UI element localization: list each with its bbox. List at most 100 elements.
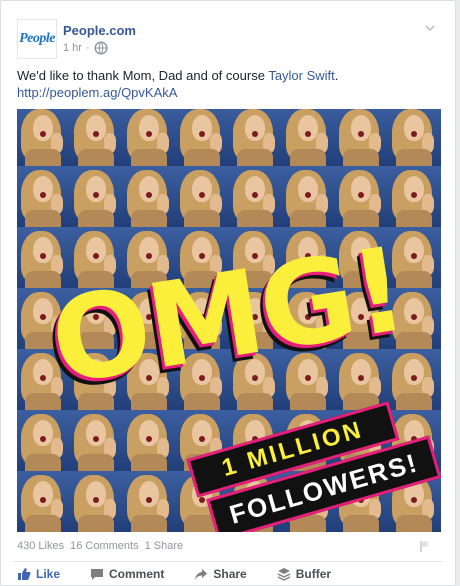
tile-face <box>33 359 53 385</box>
meta-separator: · <box>85 42 90 54</box>
tile-mouth <box>252 192 258 198</box>
tile-body <box>78 210 114 228</box>
post-card: People People.com 1 hr · We'd like to th… <box>0 0 456 586</box>
thumbs-up-icon <box>18 568 31 580</box>
collage-tile <box>17 410 70 472</box>
tile-mouth <box>93 253 99 259</box>
tile-body <box>25 515 61 532</box>
tile-face <box>298 176 318 202</box>
tile-mouth <box>40 253 46 259</box>
tile-body <box>25 149 61 167</box>
comments-count[interactable]: 16 Comments <box>70 540 138 552</box>
collage-tile <box>174 166 229 228</box>
tile-mouth <box>305 131 311 137</box>
collage-tile <box>17 166 70 228</box>
collage-tile <box>121 410 176 472</box>
tile-mouth <box>146 436 152 442</box>
tile-face <box>139 115 159 141</box>
tile-body <box>290 210 326 228</box>
divider <box>13 561 443 562</box>
tile-face <box>33 481 53 507</box>
tile-face <box>245 115 265 141</box>
tile-face <box>351 115 371 141</box>
tile-mouth <box>93 131 99 137</box>
page-avatar[interactable]: People <box>17 19 57 59</box>
collage-tile <box>386 166 441 228</box>
tile-body <box>237 210 273 228</box>
collage-tile <box>333 109 388 167</box>
flag-icon[interactable] <box>419 540 431 552</box>
likes-count[interactable]: 430 Likes <box>17 540 64 552</box>
tile-face <box>404 115 424 141</box>
post-header: People People.com 1 hr · <box>17 19 437 59</box>
shares-count[interactable]: 1 Share <box>145 540 184 552</box>
tile-body <box>25 210 61 228</box>
tile-body <box>25 454 61 472</box>
tile-mouth <box>146 192 152 198</box>
tile-mouth <box>93 497 99 503</box>
tile-mouth <box>40 436 46 442</box>
tile-mouth <box>252 131 258 137</box>
tile-face <box>33 237 53 263</box>
share-button[interactable]: Share <box>194 567 247 581</box>
tile-body <box>131 210 167 228</box>
collage-tile <box>68 109 123 167</box>
comment-button[interactable]: Comment <box>90 567 164 581</box>
tile-face <box>404 237 424 263</box>
tile-mouth <box>40 192 46 198</box>
comment-label: Comment <box>109 567 165 581</box>
tile-face <box>139 176 159 202</box>
collage-tile <box>227 166 282 228</box>
tile-mouth <box>40 375 46 381</box>
collage-tile <box>280 166 335 228</box>
tile-body <box>131 515 167 532</box>
post-image[interactable]: OMG! 1 MILLION FOLLOWERS! <box>17 109 441 532</box>
tile-mouth <box>358 131 364 137</box>
post-text-end: . <box>334 68 339 83</box>
tile-body <box>184 393 220 411</box>
tile-mouth <box>199 436 205 442</box>
tile-body <box>78 515 114 532</box>
action-bar: Like Comment Share Buffer <box>17 567 331 581</box>
tile-body <box>184 210 220 228</box>
tile-body <box>131 149 167 167</box>
buffer-button[interactable]: Buffer <box>277 567 331 581</box>
tile-face <box>404 176 424 202</box>
tile-mouth <box>199 192 205 198</box>
tile-body <box>237 393 273 411</box>
collage-tile <box>17 471 70 532</box>
collage-tile <box>121 109 176 167</box>
collage-tile <box>333 166 388 228</box>
tile-face <box>192 115 212 141</box>
tile-face <box>192 176 212 202</box>
collage-tile <box>68 410 123 472</box>
chevron-down-icon[interactable] <box>423 21 437 35</box>
mention-link[interactable]: Taylor Swift <box>268 68 334 83</box>
tile-body <box>396 515 432 532</box>
tile-mouth <box>146 497 152 503</box>
page-name-link[interactable]: People.com <box>63 23 136 38</box>
tile-mouth <box>305 192 311 198</box>
tile-mouth <box>411 314 417 320</box>
tile-mouth <box>411 497 417 503</box>
tile-body <box>237 149 273 167</box>
tile-body <box>78 454 114 472</box>
tile-face <box>86 420 106 446</box>
collage-tile <box>121 471 176 532</box>
tile-body <box>131 454 167 472</box>
post-url-link[interactable]: http://peoplem.ag/QpvKAkA <box>17 85 177 100</box>
tile-body <box>396 210 432 228</box>
share-arrow-icon <box>195 569 208 580</box>
tile-face <box>139 481 159 507</box>
tile-face <box>298 115 318 141</box>
collage-tile <box>68 166 123 228</box>
tile-face <box>192 420 212 446</box>
tile-body <box>25 393 61 411</box>
collage-tile <box>227 109 282 167</box>
tile-mouth <box>146 131 152 137</box>
share-label: Share <box>213 567 247 581</box>
tile-mouth <box>411 375 417 381</box>
collage-tile <box>280 109 335 167</box>
post-timestamp[interactable]: 1 hr <box>63 42 82 54</box>
like-button[interactable]: Like <box>17 567 60 581</box>
